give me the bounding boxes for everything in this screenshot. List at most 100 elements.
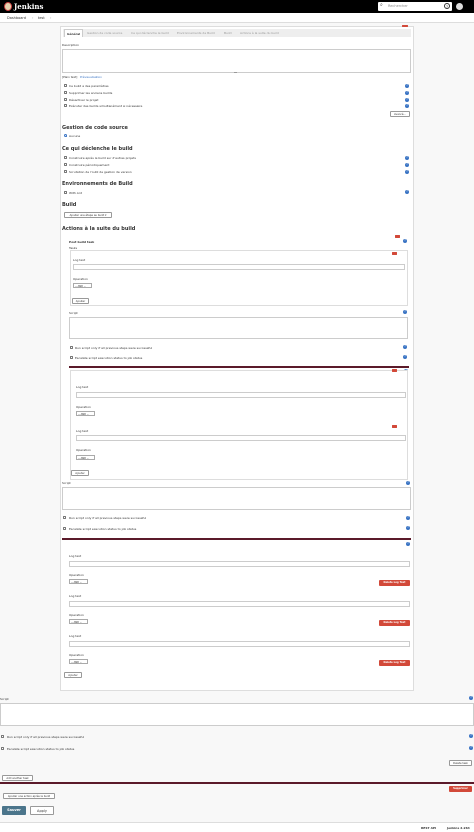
checkbox-params[interactable] <box>64 84 67 87</box>
checkbox-escalate[interactable] <box>70 356 73 359</box>
supprimer-button[interactable]: Supprimer <box>449 786 472 792</box>
preview-link[interactable]: Prévisualisation <box>80 75 102 79</box>
resize-handle[interactable] <box>234 72 237 73</box>
save-button[interactable]: Sauver <box>2 806 26 815</box>
script-textarea[interactable] <box>62 487 411 510</box>
help-icon[interactable]: ? <box>469 734 473 738</box>
tab-general[interactable]: Général <box>64 29 84 37</box>
delete-mark-icon[interactable] <box>395 235 400 238</box>
checkbox-ant[interactable] <box>64 191 67 194</box>
operation-select[interactable]: -- AND -- <box>76 455 95 460</box>
help-icon[interactable]: ? <box>469 746 473 750</box>
option-concurrent: Exécuter des builds simultanément si néc… <box>69 104 143 108</box>
trigger-option: Construire périodiquement <box>69 163 110 167</box>
checkbox-trigger[interactable] <box>64 163 67 166</box>
log-text-input[interactable] <box>73 264 405 270</box>
checkbox-escalate[interactable] <box>63 527 66 530</box>
script-textarea[interactable] <box>69 317 408 339</box>
checkbox-trigger[interactable] <box>64 170 67 173</box>
delete-log-text-button[interactable]: Delete Log Text <box>379 620 410 626</box>
operation-select[interactable]: -- AND -- <box>69 579 88 584</box>
operation-label: Operation <box>69 573 84 577</box>
checkbox-run-if-success[interactable] <box>70 346 73 349</box>
breadcrumb-dashboard[interactable]: Dashboard <box>7 16 26 20</box>
tab-scm[interactable]: Gestion de code source <box>85 29 124 37</box>
operation-select[interactable]: -- AND -- <box>73 283 92 288</box>
checkbox-concurrent[interactable] <box>64 104 67 107</box>
delete-mark-icon[interactable] <box>392 252 397 255</box>
checkbox-trigger[interactable] <box>64 156 67 159</box>
escalate-label: Escalate script execution status to job … <box>75 356 143 360</box>
log-text-input[interactable] <box>76 435 406 441</box>
operation-select[interactable]: -- AND -- <box>76 411 95 416</box>
option-params: Ce build a des paramètres <box>69 84 109 88</box>
tab-triggers[interactable]: Ce qui déclenche le build <box>129 29 171 37</box>
help-icon[interactable]: ? <box>405 163 409 167</box>
operation-select[interactable]: -- AND -- <box>69 619 88 624</box>
top-red-mark <box>402 25 408 27</box>
script-textarea[interactable] <box>0 703 474 726</box>
add-post-build-button[interactable]: Ajouter une action après le build <box>3 793 55 799</box>
delete-task-button[interactable]: Delete task <box>449 760 472 766</box>
tab-build[interactable]: Build <box>222 29 234 37</box>
jenkins-logo-icon[interactable] <box>4 2 12 11</box>
log-text-input[interactable] <box>69 561 410 567</box>
search-input[interactable]: Rechercher <box>388 4 408 8</box>
delete-log-text-button[interactable]: Delete Log Text <box>379 580 410 586</box>
user-icon[interactable] <box>456 3 463 10</box>
config-tabs: Général Gestion de code source Ce qui dé… <box>63 29 411 37</box>
help-icon[interactable]: ? <box>406 542 410 546</box>
script-label: Script <box>62 481 71 485</box>
delete-log-text-button[interactable]: Delete Log Text <box>379 660 410 666</box>
add-button[interactable]: Ajouter <box>64 672 82 678</box>
breadcrumb-test[interactable]: test <box>38 16 45 20</box>
description-textarea[interactable] <box>62 49 411 73</box>
help-icon[interactable]: ? <box>403 239 407 243</box>
checkbox-escalate[interactable] <box>1 747 4 750</box>
rest-api-link[interactable]: REST API <box>421 826 436 830</box>
add-build-step-button[interactable]: Ajouter une étape au build ▾ <box>64 212 112 218</box>
log-text-input[interactable] <box>76 392 406 398</box>
help-icon[interactable]: ? <box>403 345 407 349</box>
log-text-label: Log text <box>76 429 89 433</box>
scm-none-radio[interactable] <box>64 134 67 137</box>
add-another-task-button[interactable]: Add another task <box>2 775 33 781</box>
plain-text-label: [Plain text] <box>62 75 78 79</box>
checkbox-discard[interactable] <box>64 91 67 94</box>
checkbox-run-if-success[interactable] <box>1 735 4 738</box>
checkbox-disable[interactable] <box>64 98 67 101</box>
checkbox-run-if-success[interactable] <box>63 516 66 519</box>
log-text-input[interactable] <box>69 641 410 647</box>
operation-label: Operation <box>69 653 84 657</box>
help-icon[interactable]: ? <box>405 104 409 108</box>
add-button[interactable]: Ajouter <box>72 298 89 304</box>
help-icon[interactable]: ? <box>403 355 407 359</box>
help-icon[interactable]: ? <box>405 91 409 95</box>
help-icon[interactable]: ? <box>444 3 450 9</box>
help-icon[interactable]: ? <box>405 190 409 194</box>
operation-select[interactable]: -- AND -- <box>69 659 88 664</box>
tab-post-build[interactable]: Actions à la suite du build <box>238 29 281 37</box>
log-text-input[interactable] <box>69 601 410 607</box>
apply-button[interactable]: Apply <box>30 806 54 815</box>
help-icon[interactable]: ? <box>403 310 407 314</box>
help-icon[interactable]: ? <box>406 526 410 530</box>
script-label: Script <box>0 697 9 701</box>
delete-mark-icon[interactable] <box>392 369 397 372</box>
search-box[interactable]: ⌕ Rechercher ? <box>378 2 452 11</box>
help-icon[interactable]: ? <box>406 481 410 485</box>
add-button[interactable]: Ajouter <box>71 470 89 476</box>
advanced-button[interactable]: Avancé... <box>390 111 410 117</box>
help-icon[interactable]: ? <box>406 516 410 520</box>
help-icon[interactable]: ? <box>405 84 409 88</box>
log-text-label: Log text <box>69 554 82 558</box>
tab-build-env[interactable]: Environnements de Build <box>175 29 217 37</box>
help-icon[interactable]: ? <box>405 98 409 102</box>
help-icon[interactable]: ? <box>405 170 409 174</box>
help-icon[interactable]: ? <box>469 696 473 700</box>
delete-mark-icon[interactable] <box>392 425 397 428</box>
brand-name[interactable]: Jenkins <box>14 2 43 11</box>
script-label: Script <box>69 311 78 315</box>
help-icon[interactable]: ? <box>405 156 409 160</box>
version-link[interactable]: Jenkins 2.264 <box>447 826 470 830</box>
